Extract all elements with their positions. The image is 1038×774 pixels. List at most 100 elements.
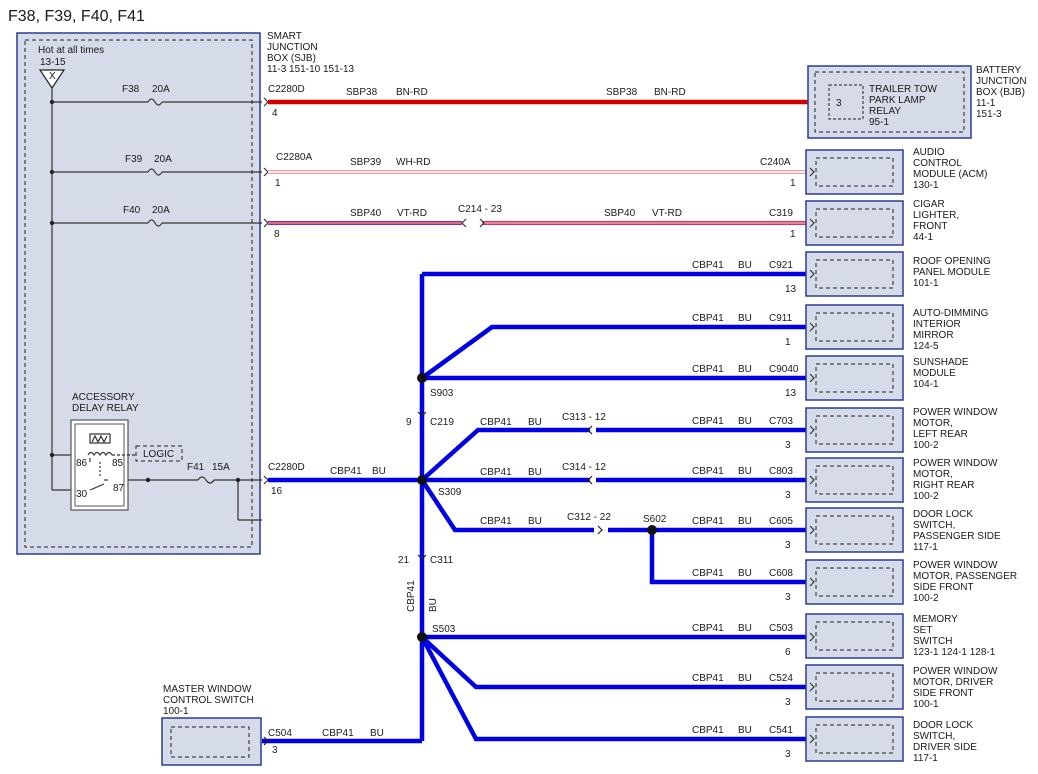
splice-s903: S903 [430,388,454,399]
module-label-c524-3: 100-1 [913,699,939,710]
svg-text:F41: F41 [187,462,205,473]
wire-color-c541: BU [738,725,752,736]
svg-text:BATTERY: BATTERY [976,65,1022,76]
svg-text:TRAILER TOW: TRAILER TOW [869,84,938,95]
module-label-c803-2: RIGHT REAR [913,480,975,491]
connector-c214: C214 - 23 [458,204,502,215]
svg-text:20A: 20A [154,154,172,165]
module-label-c703-0: POWER WINDOW [913,407,998,418]
module-label-c911-3: 124-5 [913,341,939,352]
module-label-c803-0: POWER WINDOW [913,458,998,469]
power-source-x: X [49,71,56,82]
connector-c312: C312 - 22 [567,512,611,523]
connector-pin-c605: 3 [785,540,791,551]
svg-text:30: 30 [76,489,88,500]
connector-c803: C803 [769,466,793,477]
svg-text:CONTROL SWITCH: CONTROL SWITCH [163,695,254,706]
connector-pin-c911: 1 [785,337,791,348]
svg-text:95-1: 95-1 [869,117,889,128]
module-label-c605-3: 117-1 [913,542,938,553]
module-label-c803-3: 100-2 [913,491,939,502]
module-label-c921-0: ROOF OPENING [913,256,991,267]
module-box-c240a [805,149,904,195]
module-label-c703-1: MOTOR, [913,418,953,429]
module-label-c9040-0: SUNSHADE [913,357,969,368]
module-label-c605-2: PASSENGER SIDE [913,531,1001,542]
wire-sbp38-circuit: SBP38 [346,87,378,98]
module-label-c524-0: POWER WINDOW [913,666,998,677]
connector-c608: C608 [769,568,793,579]
wire-cbp41-harness [262,271,808,744]
modules-layer: AUDIOCONTROLMODULE (ACM)130-1 CIGARLIGHTE… [692,147,1017,764]
vertical-wire-color: BU [428,598,439,612]
svg-text:RELAY: RELAY [869,106,901,117]
module-label-c608-0: POWER WINDOW [913,560,998,571]
wire-c313-circuit: CBP41 [480,417,512,428]
connector-c2280d-top-pin: 4 [272,108,278,119]
wire-cbp41-sjb-color: BU [372,466,386,477]
module-label-c503-1: SET [913,625,932,636]
module-label-c240a-1: CONTROL [913,158,962,169]
wire-circuit-c503: CBP41 [692,623,724,634]
connector-c2280a: C2280A [276,152,312,163]
hot-ref: 13-15 [40,57,66,68]
module-label-c911-1: INTERIOR [913,319,961,330]
module-label-c803-1: MOTOR, [913,469,953,480]
wire-sbp40-circuit-2: SBP40 [604,208,636,219]
wire-circuit-c803: CBP41 [692,466,724,477]
module-label-c921-1: PANEL MODULE [913,267,991,278]
module-label-c240a-3: 130-1 [913,180,939,191]
master-window-switch-box [161,717,262,766]
splice-s602: S602 [643,514,667,525]
module-box-c524 [805,664,904,710]
connector-c311: C311 [430,555,454,566]
svg-text:15A: 15A [212,462,230,473]
wire-color-c503: BU [738,623,752,634]
module-box-c9040 [805,355,904,401]
connector-c605: C605 [769,516,793,527]
wire-c312-color: BU [528,516,542,527]
connector-pin-c541: 3 [785,749,791,760]
module-label-c503-0: MEMORY [913,614,958,625]
module-box-c608 [805,559,904,605]
module-label-c524-1: MOTOR, DRIVER [913,677,993,688]
connector-c319-pin: 1 [790,229,796,240]
module-label-c911-0: AUTO-DIMMING [913,308,989,319]
vertical-wire-circuit: CBP41 [406,580,417,612]
wire-circuit-c541: CBP41 [692,725,724,736]
module-label-c605-1: SWITCH, [913,520,955,531]
module-label-c541-1: SWITCH, [913,731,955,742]
splice-s309: S309 [438,487,462,498]
connector-c240a: C240A [760,157,791,168]
module-label-c911-2: MIRROR [913,330,954,341]
svg-text:JUNCTION: JUNCTION [976,76,1027,87]
sjb-connector-arrows [263,97,269,485]
wire-circuit-c608: CBP41 [692,568,724,579]
connector-c2280d-low-pin: 16 [271,486,283,497]
svg-text:MASTER WINDOW: MASTER WINDOW [163,684,252,695]
svg-text:F39: F39 [125,154,143,165]
module-box-c503 [805,613,904,659]
module-box-c911 [805,304,904,350]
trailer-relay-pin: 3 [836,98,842,109]
connector-c219-pin: 9 [406,417,412,428]
module-box-c803 [805,457,904,503]
connector-c703: C703 [769,416,793,427]
wire-c314-circuit: CBP41 [480,467,512,478]
module-label-c9040-2: 104-1 [913,379,939,390]
module-label-c9040-1: MODULE [913,368,956,379]
wire-circuit-c921: CBP41 [692,260,724,271]
connector-c219: C219 [430,417,454,428]
sjb-box [16,32,261,555]
wire-sbp39-color: WH-RD [396,157,430,168]
connector-c504-pin: 3 [272,745,278,756]
svg-text:11-3 151-10 151-13: 11-3 151-10 151-13 [267,64,355,75]
module-box-c921 [805,251,904,297]
wire-color-c803: BU [738,466,752,477]
connector-c319: C319 [769,208,793,219]
module-label-c319-1: LIGHTER, [913,210,959,221]
wiring-diagram: F38, F39, F40, F41 SMART JUNCTION BOX (S… [8,8,1027,766]
wire-cbp41-sjb-circuit: CBP41 [330,466,362,477]
inline-connector-marks [263,411,603,746]
master-window-label: MASTER WINDOW CONTROL SWITCH 100-1 [163,684,254,717]
